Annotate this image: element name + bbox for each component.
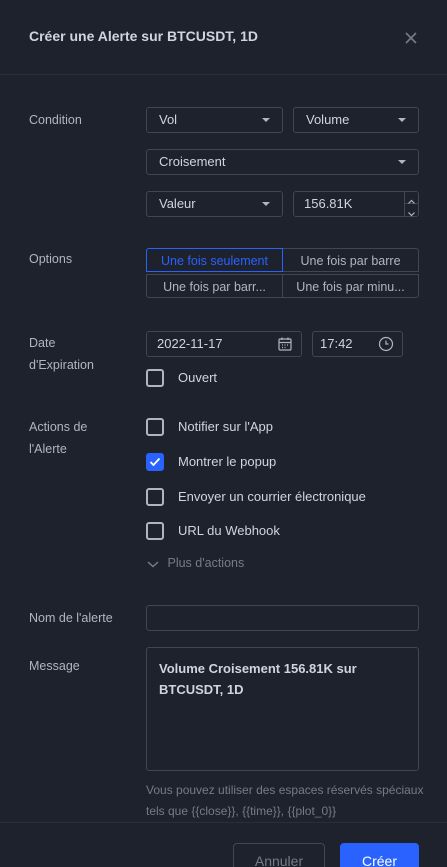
more-actions-label: Plus d'actions	[167, 556, 245, 570]
cancel-button[interactable]: Annuler	[233, 843, 325, 867]
condition-operator-value: Croisement	[159, 154, 226, 169]
condition-plot-select[interactable]: Volume	[293, 107, 419, 133]
send-email-checkbox[interactable]	[146, 488, 164, 506]
message-hint: Vous pouvez utiliser des espaces réservé…	[146, 783, 424, 818]
calendar-icon[interactable]	[277, 336, 293, 360]
condition-source-value: Vol	[159, 112, 178, 127]
expiration-label-line2: d'Expiration	[29, 358, 94, 372]
condition-value-text: 156.81K	[304, 196, 353, 211]
expiration-date-value: 2022-11-17	[157, 336, 223, 351]
option-once-per-bar-close[interactable]: Une fois par barr...	[146, 274, 283, 298]
expiration-date-input[interactable]: 2022-11-17	[146, 331, 302, 357]
condition-operator-select[interactable]: Croisement	[146, 149, 419, 175]
condition-plot-value: Volume	[306, 112, 350, 127]
show-popup-label: Montrer le popup	[178, 454, 277, 469]
condition-source-select[interactable]: Vol	[146, 107, 283, 133]
chevron-down-icon	[398, 160, 406, 164]
webhook-label: URL du Webhook	[178, 523, 280, 538]
option-once-per-minute[interactable]: Une fois par minu...	[282, 274, 419, 298]
show-popup-checkbox[interactable]	[146, 453, 164, 471]
stepper-up-icon[interactable]	[405, 192, 418, 204]
checkmark-icon	[149, 457, 161, 467]
close-icon[interactable]	[402, 29, 420, 47]
expiration-time-value: 17:42	[320, 336, 353, 351]
message-textarea[interactable]: Volume Croisement 156.81K sur BTCUSDT, 1…	[146, 647, 419, 771]
open-label: Ouvert	[178, 370, 218, 385]
chevron-down-icon	[262, 202, 270, 206]
condition-label: Condition	[29, 113, 82, 127]
expiration-time-input[interactable]: 17:42	[312, 331, 403, 357]
notify-app-label: Notifier sur l'App	[178, 419, 273, 434]
open-checkbox[interactable]	[146, 369, 164, 387]
condition-value-input[interactable]: 156.81K	[293, 191, 419, 217]
send-email-label: Envoyer un courrier électronique	[178, 489, 366, 504]
notify-app-checkbox[interactable]	[146, 418, 164, 436]
create-button[interactable]: Créer	[340, 843, 419, 867]
options-label: Options	[29, 252, 73, 266]
message-text: Volume Croisement 156.81K sur BTCUSDT, 1…	[159, 661, 357, 697]
alert-name-input[interactable]	[146, 605, 419, 631]
dialog-title: Créer une Alerte sur BTCUSDT, 1D	[29, 28, 258, 44]
option-once-per-bar[interactable]: Une fois par barre	[282, 248, 419, 272]
condition-value-type-select[interactable]: Valeur	[146, 191, 283, 217]
chevron-down-icon	[262, 118, 270, 122]
message-label: Message	[29, 659, 80, 673]
chevron-down-icon	[398, 118, 406, 122]
webhook-checkbox[interactable]	[146, 522, 164, 540]
option-once-only[interactable]: Une fois seulement	[146, 248, 283, 272]
value-stepper	[404, 192, 418, 217]
condition-value-type: Valeur	[159, 196, 196, 211]
chevron-down-icon	[147, 561, 159, 568]
clock-icon[interactable]	[378, 336, 394, 360]
more-actions-toggle[interactable]: Plus d'actions	[146, 556, 244, 570]
expiration-label-line1: Date	[29, 336, 56, 350]
actions-label-line1: Actions de	[29, 420, 88, 434]
alert-name-label: Nom de l'alerte	[29, 611, 113, 625]
dialog-header: Créer une Alerte sur BTCUSDT, 1D	[0, 0, 447, 75]
actions-label-line2: l'Alerte	[29, 442, 67, 456]
stepper-down-icon[interactable]	[405, 204, 418, 217]
